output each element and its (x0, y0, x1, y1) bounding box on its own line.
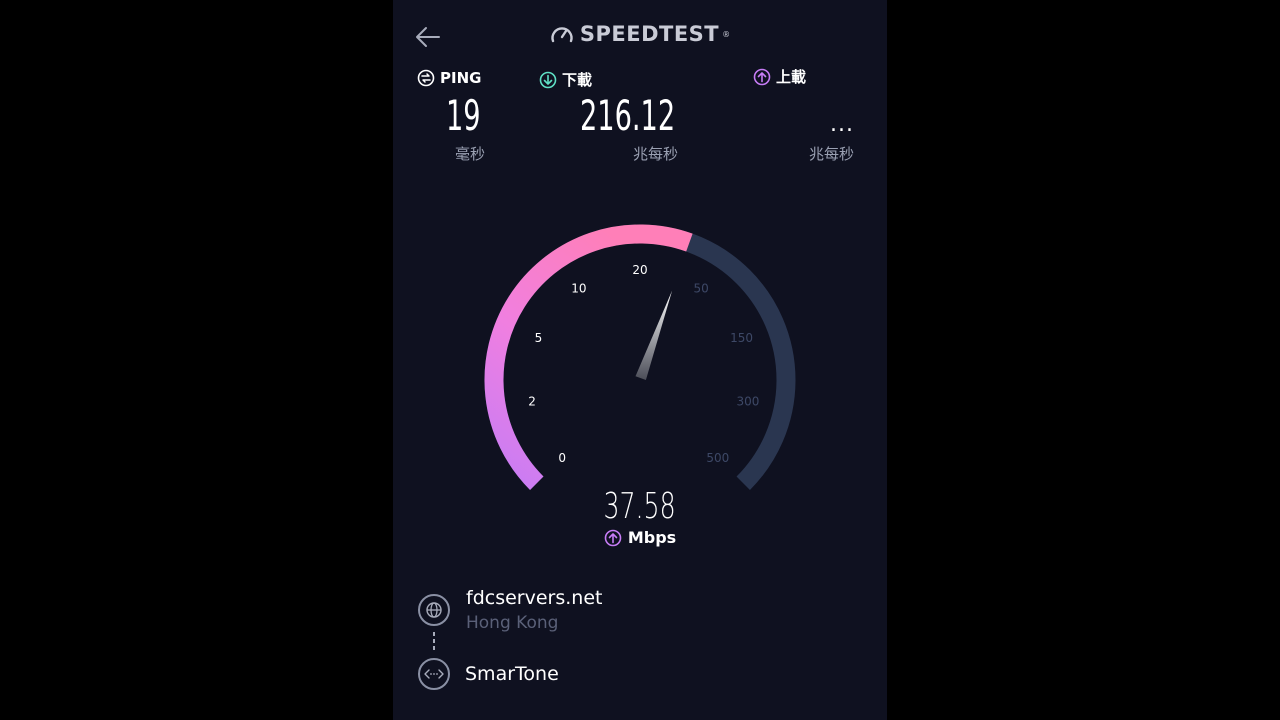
gauge-tick-500: 500 (706, 451, 729, 465)
server-button[interactable] (418, 594, 450, 626)
isp-button[interactable] (418, 658, 450, 690)
speed-gauge: 0 2 5 10 20 50 150 300 500 (484, 224, 796, 490)
gauge-tick-10: 10 (571, 282, 586, 296)
server-host[interactable]: fdcservers.net (466, 587, 602, 609)
download-unit: 兆每秒 (633, 145, 679, 163)
current-speed-unit-text: Mbps (627, 528, 677, 547)
trademark-mark: ® (722, 29, 731, 39)
globe-icon (426, 602, 442, 618)
gauge-tick-20: 20 (632, 263, 647, 277)
current-speed: 37.58 (393, 486, 887, 527)
ping-value: 19 (446, 91, 481, 140)
speedometer-icon (551, 27, 573, 43)
gauge-tick-0: 0 (558, 451, 566, 465)
download-value: 216.12 (580, 91, 676, 140)
upload-unit: 兆每秒 (809, 145, 855, 163)
download-label: 下載 (539, 69, 592, 90)
download-label-text: 下載 (562, 71, 593, 89)
ping-unit: 毫秒 (455, 145, 486, 163)
app-title: SPEEDTEST (579, 22, 720, 46)
gauge-tick-5: 5 (535, 331, 543, 345)
gauge-needle (635, 290, 673, 380)
download-arrow-icon (539, 71, 557, 88)
gauge-tick-50: 50 (693, 282, 708, 296)
upload-value: ... (830, 112, 854, 137)
ping-label: PING (417, 69, 481, 87)
upload-label-text: 上載 (776, 68, 807, 86)
speedtest-screen: SPEEDTEST ® PING 19 毫秒 下載 216.12 兆每秒 上載 … (393, 0, 887, 720)
ping-icon (417, 69, 435, 87)
current-speed-value: 37.58 (603, 486, 677, 527)
connector-dots (433, 632, 435, 650)
gauge-progress-arc (484, 224, 693, 490)
upload-label: 上載 (753, 66, 806, 87)
gauge-tick-2: 2 (528, 395, 536, 409)
server-location: Hong Kong (466, 613, 559, 633)
gauge-tick-150: 150 (730, 331, 753, 345)
connection-icon (424, 669, 444, 679)
current-speed-unit: Mbps (393, 528, 887, 547)
app-header: SPEEDTEST ® (393, 22, 887, 48)
upload-arrow-icon (753, 68, 771, 85)
ping-label-text: PING (440, 69, 482, 87)
isp-name[interactable]: SmarTone (465, 663, 559, 685)
gauge-tick-300: 300 (736, 395, 759, 409)
upload-arrow-icon (604, 529, 622, 546)
